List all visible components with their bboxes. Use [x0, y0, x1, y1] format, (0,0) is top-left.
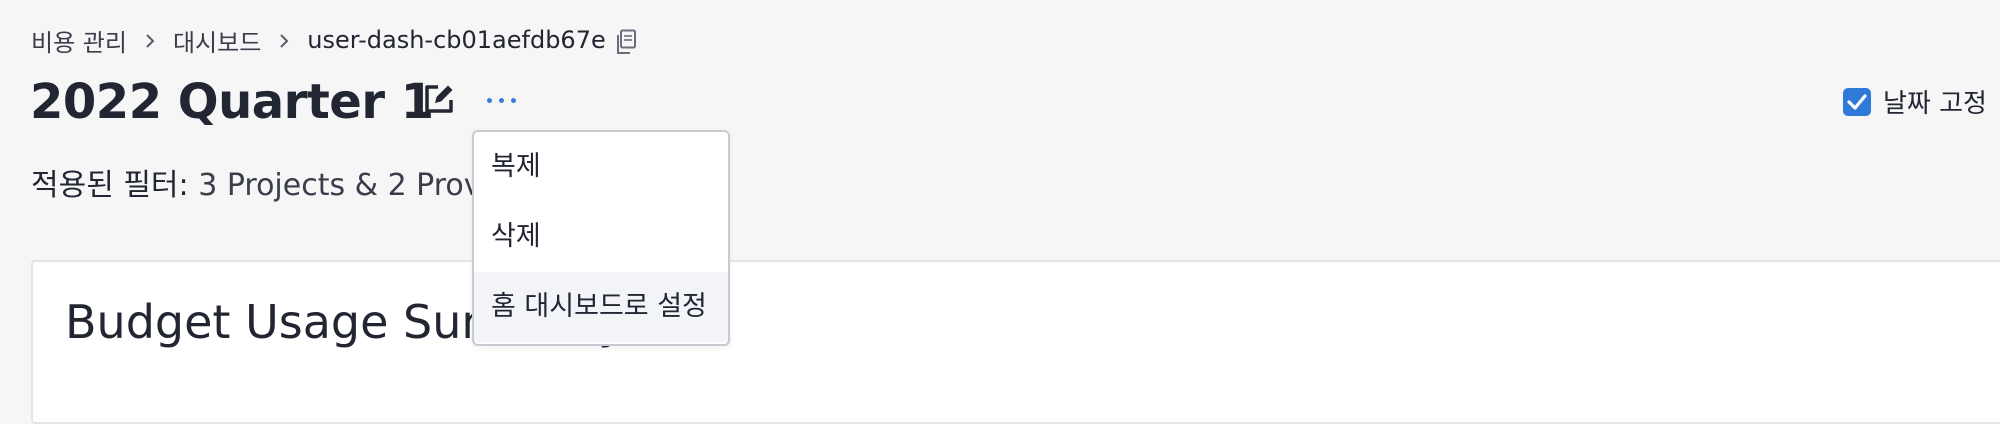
fix-date-checkbox[interactable] — [1843, 87, 1871, 116]
edit-icon[interactable] — [422, 82, 456, 116]
more-horizontal-icon-dot — [499, 98, 504, 103]
checkmark-icon — [1847, 93, 1867, 110]
page-title: 2022 Quarter 1 — [30, 74, 434, 130]
breadcrumb-item-cost-management[interactable]: 비용 관리 — [31, 23, 127, 58]
chevron-right-icon — [127, 24, 173, 56]
more-horizontal-icon-dot — [511, 98, 516, 103]
breadcrumb: 비용 관리 대시보드 user-dash-cb01aefdb67e — [31, 23, 638, 58]
applied-filters-label: 적용된 필터: — [31, 168, 189, 203]
more-options-button[interactable] — [480, 84, 524, 116]
menu-item-set-as-home-dashboard[interactable]: 홈 대시보드로 설정 — [474, 272, 728, 342]
budget-usage-summary-card: Budget Usage Summary — [31, 260, 2000, 424]
copy-icon[interactable] — [614, 29, 638, 55]
breadcrumb-current: user-dash-cb01aefdb67e — [307, 26, 606, 54]
menu-item-duplicate[interactable]: 복제 — [474, 132, 728, 202]
more-options-menu: 복제 삭제 홈 대시보드로 설정 — [472, 130, 730, 346]
menu-item-delete[interactable]: 삭제 — [474, 202, 728, 272]
fix-date-toggle[interactable]: 날짜 고정 — [1843, 83, 1987, 120]
more-horizontal-icon — [487, 98, 492, 103]
breadcrumb-item-dashboards[interactable]: 대시보드 — [173, 23, 261, 58]
chevron-right-icon — [261, 24, 307, 56]
fix-date-label: 날짜 고정 — [1883, 89, 1987, 119]
